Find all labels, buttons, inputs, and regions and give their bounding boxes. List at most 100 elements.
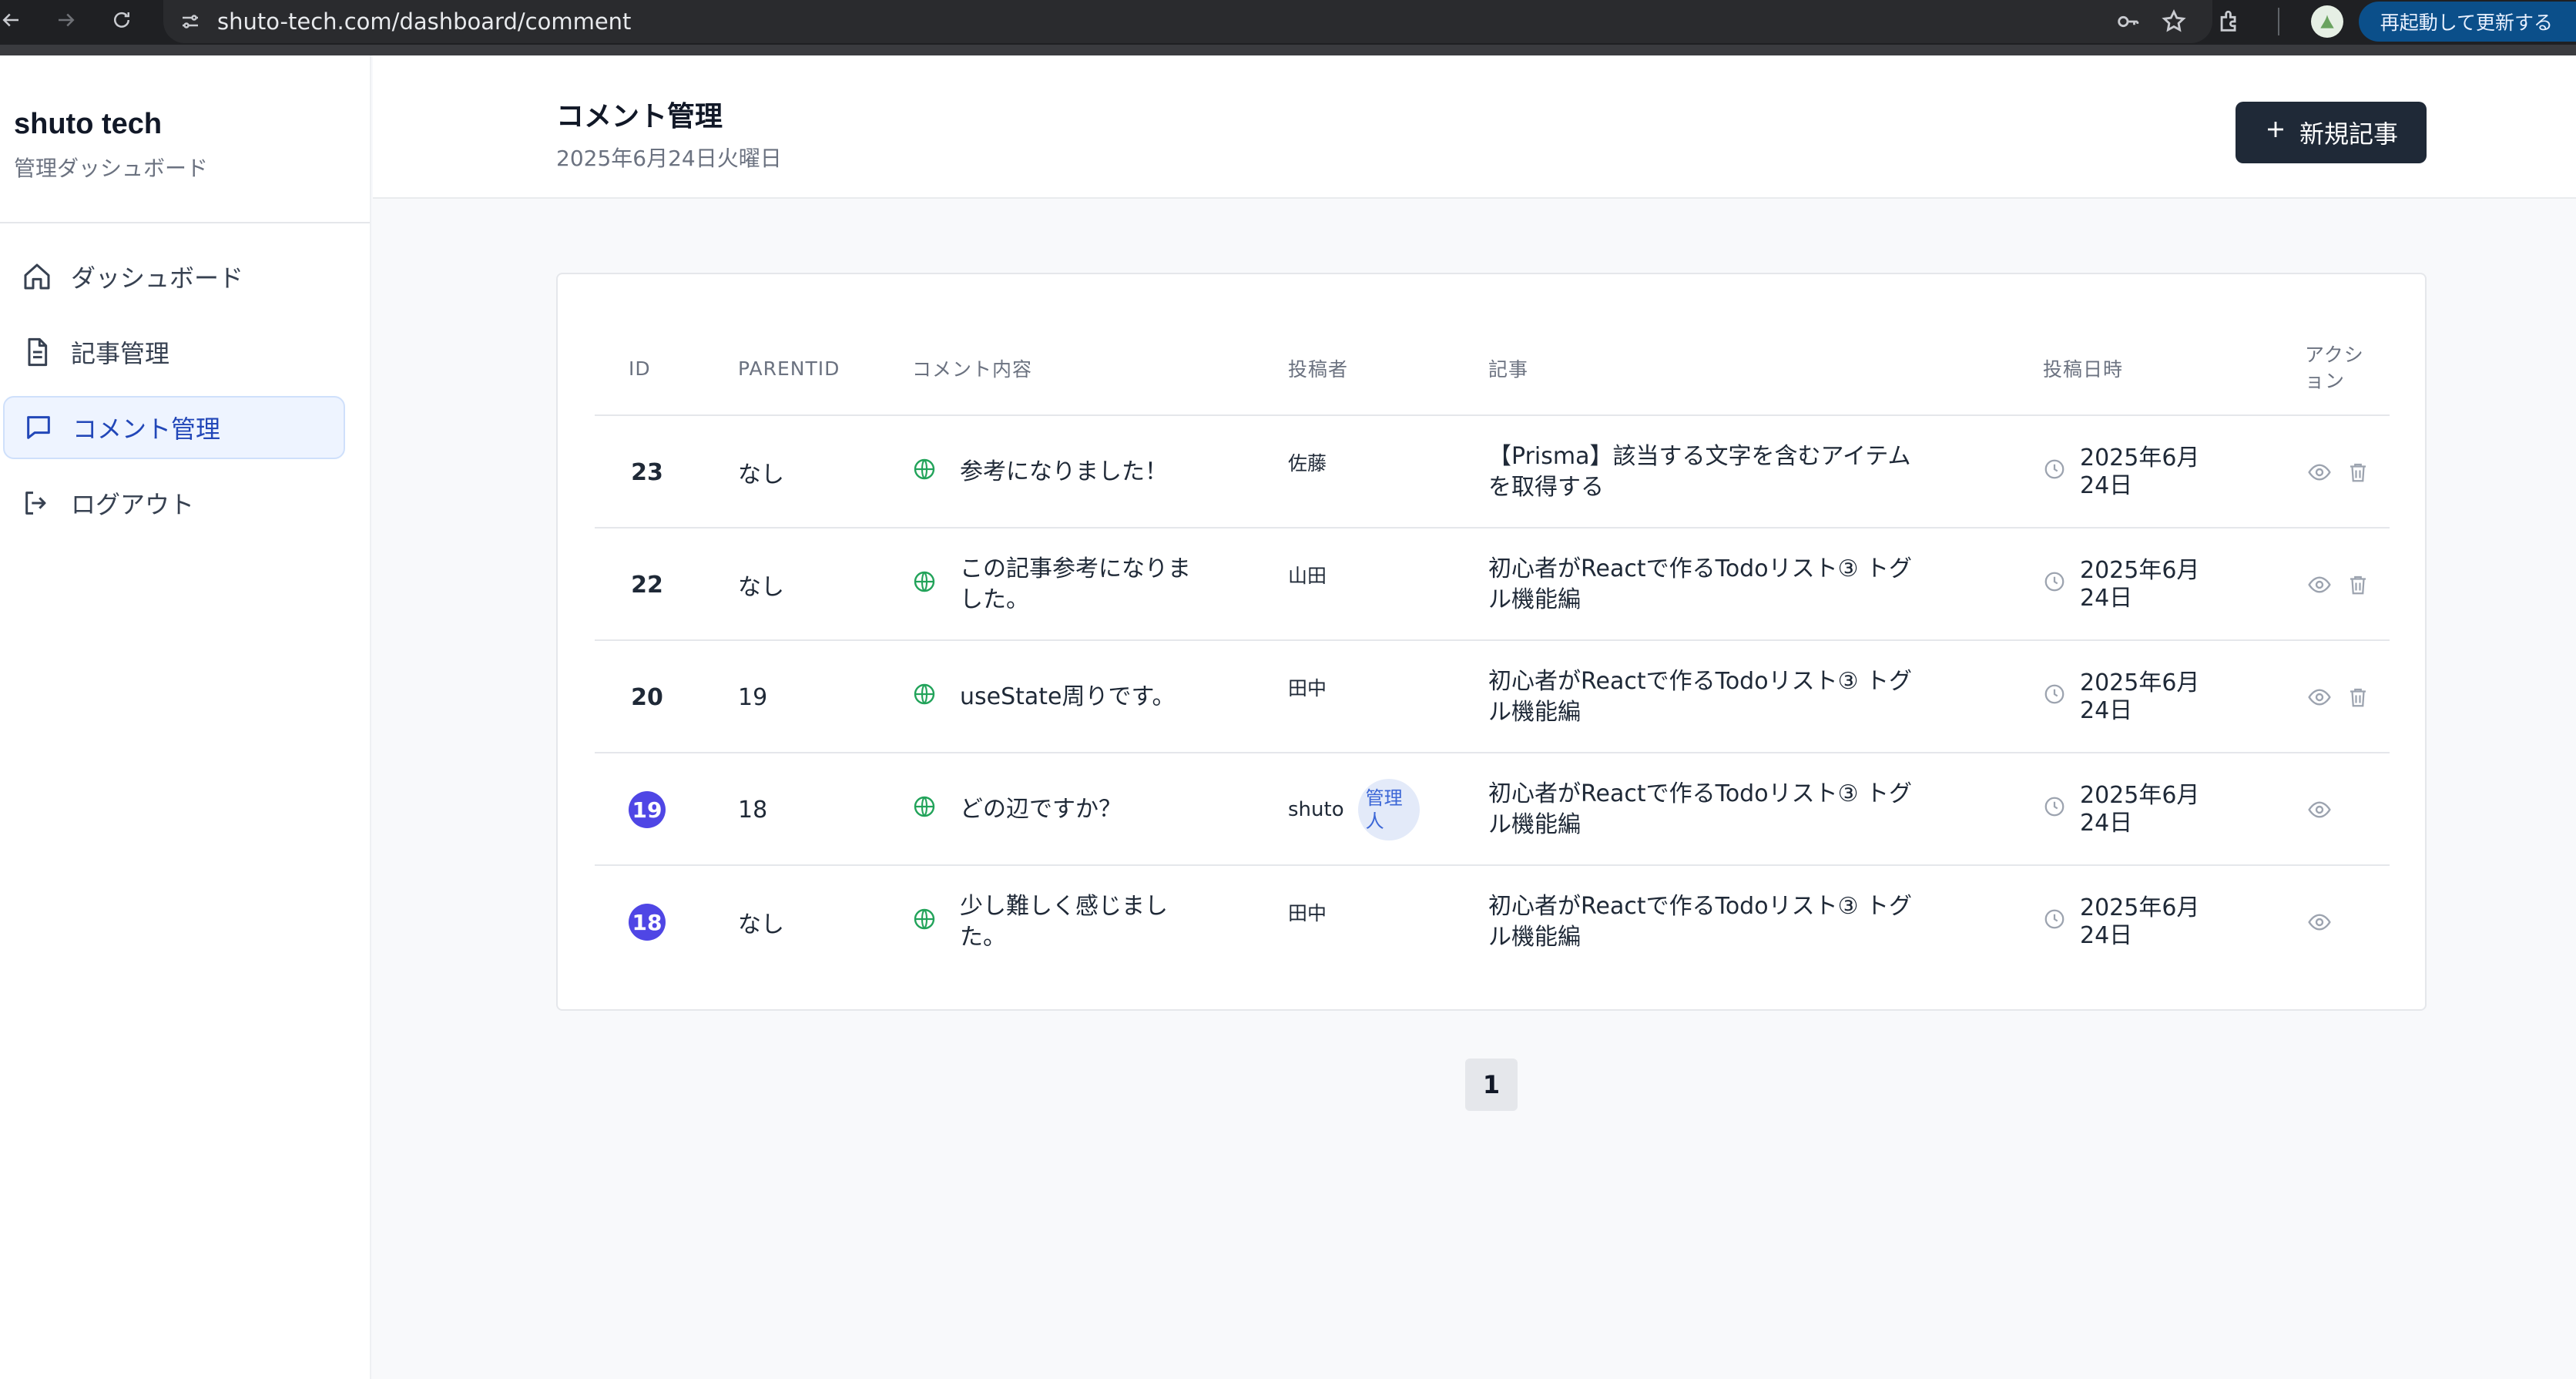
comment-text: useState周りです。	[960, 683, 1176, 710]
delete-icon[interactable]	[2345, 684, 2371, 710]
url-text: shuto-tech.com/dashboard/comment	[217, 8, 632, 35]
update-button[interactable]: 再起動して更新する	[2358, 2, 2576, 42]
logout-icon	[20, 486, 54, 520]
back-icon[interactable]	[0, 0, 31, 40]
brand-title: shuto tech	[14, 108, 163, 140]
comment-id: 20	[631, 683, 663, 711]
article-cell: 初心者がReactで作るTodoリスト③ トグル機能編	[1488, 528, 1927, 641]
clock-icon	[2043, 458, 2066, 487]
sidebar-item-articles[interactable]: 記事管理	[3, 320, 345, 384]
key-icon[interactable]	[2112, 6, 2143, 37]
sidebar-item-dashboard[interactable]: ダッシュボード	[3, 245, 345, 308]
id-cell: 20	[629, 641, 666, 753]
actions-cell	[2306, 416, 2371, 528]
profile-avatar[interactable]	[2310, 5, 2343, 38]
article-cell: 初心者がReactで作るTodoリスト③ トグル機能編	[1488, 866, 1927, 978]
home-icon	[20, 260, 54, 294]
article-title[interactable]: 初心者がReactで作るTodoリスト③ トグル機能編	[1488, 779, 1927, 840]
comment-cell: 参考になりました！	[912, 416, 1206, 528]
admin-badge: 管理人	[1357, 779, 1420, 840]
parent-id-cell: なし	[738, 416, 784, 528]
globe-icon	[912, 682, 937, 713]
table-row: 19 18 どの辺ですか？ shuto 管理人 初心者がReactで作るTodo…	[595, 753, 2390, 866]
comment-id-badge: 19	[629, 791, 666, 828]
plus-icon	[2264, 118, 2287, 147]
view-icon[interactable]	[2306, 909, 2333, 935]
date-cell: 2025年6月24日	[2043, 753, 2226, 866]
delete-icon[interactable]	[2345, 459, 2371, 485]
author-name: 佐藤	[1288, 452, 1327, 475]
view-icon[interactable]	[2306, 572, 2333, 598]
clock-icon	[2043, 570, 2066, 599]
reload-icon[interactable]	[102, 0, 142, 40]
parent-id-cell: なし	[738, 528, 784, 641]
separator-icon	[2262, 5, 2296, 39]
article-cell: 初心者がReactで作るTodoリスト③ トグル機能編	[1488, 753, 1927, 866]
document-icon	[20, 335, 54, 369]
star-icon[interactable]	[2158, 6, 2189, 37]
article-title[interactable]: 初心者がReactで作るTodoリスト③ トグル機能編	[1488, 554, 1927, 616]
pagination-page[interactable]: 1	[1465, 1059, 1518, 1111]
author-name: 山田	[1288, 565, 1327, 587]
column-header-author: 投稿者	[1288, 358, 1349, 381]
extensions-icon[interactable]	[2212, 5, 2246, 39]
actions-cell	[2306, 641, 2371, 753]
sidebar-item-label: ログアウト	[71, 490, 195, 519]
article-cell: 初心者がReactで作るTodoリスト③ トグル機能編	[1488, 641, 1927, 753]
parent-id-cell: 19	[738, 641, 767, 753]
browser-actions: 再起動して更新する	[2212, 0, 2576, 43]
parent-id: なし	[738, 911, 784, 938]
view-icon[interactable]	[2306, 459, 2333, 485]
posted-date: 2025年6月24日	[2080, 445, 2200, 499]
article-title[interactable]: 【Prisma】該当する文字を含むアイテムを取得する	[1488, 441, 1927, 503]
author-cell: shuto 管理人	[1288, 753, 1420, 866]
page-header: コメント管理 2025年6月24日火曜日 新規記事	[373, 55, 2576, 199]
parent-id-cell: 18	[738, 753, 767, 866]
column-header-parentid: PARENTID	[738, 357, 840, 380]
author-name: 田中	[1288, 677, 1327, 700]
view-icon[interactable]	[2306, 684, 2333, 710]
new-article-button[interactable]: 新規記事	[2236, 102, 2427, 163]
clock-icon	[2043, 908, 2066, 937]
site-info-icon[interactable]	[163, 10, 217, 33]
sidebar-item-logout[interactable]: ログアウト	[3, 471, 345, 535]
date-cell: 2025年6月24日	[2043, 528, 2226, 641]
comment-cell: useState周りです。	[912, 641, 1206, 753]
browser-divider	[0, 45, 2576, 55]
article-title[interactable]: 初心者がReactで作るTodoリスト③ トグル機能編	[1488, 891, 1927, 953]
table-row: 22 なし この記事参考になりました。 山田 初心者がReactで作るTodoリ…	[595, 528, 2390, 641]
id-cell: 19	[629, 753, 666, 866]
comment-id: 22	[631, 571, 663, 599]
actions-cell	[2306, 528, 2371, 641]
author-cell: 佐藤	[1288, 416, 1327, 528]
comment-id: 23	[631, 458, 663, 486]
column-header-comment: コメント内容	[912, 358, 1033, 381]
brand-subtitle: 管理ダッシュボード	[14, 156, 209, 181]
comment-id-badge: 18	[629, 904, 666, 941]
sidebar-item-label: コメント管理	[72, 414, 221, 444]
posted-date: 2025年6月24日	[2080, 894, 2200, 949]
posted-date: 2025年6月24日	[2080, 669, 2200, 724]
forward-icon[interactable]	[46, 0, 86, 40]
delete-icon[interactable]	[2345, 572, 2371, 598]
globe-icon	[912, 907, 937, 938]
id-cell: 22	[629, 528, 666, 641]
column-header-id: ID	[629, 357, 651, 380]
column-header-date: 投稿日時	[2043, 358, 2124, 381]
parent-id: なし	[738, 461, 784, 488]
id-cell: 18	[629, 866, 666, 978]
comment-text: 参考になりました！	[960, 458, 1168, 485]
comments-table-card: ID PARENTID コメント内容 投稿者 記事 投稿日時 アクション 23 …	[556, 273, 2427, 1011]
address-bar[interactable]: shuto-tech.com/dashboard/comment	[163, 0, 2212, 43]
sidebar-item-label: 記事管理	[71, 339, 170, 368]
sidebar: shuto tech 管理ダッシュボード ダッシュボード 記事管理 コメント管理	[0, 55, 371, 1379]
article-title[interactable]: 初心者がReactで作るTodoリスト③ トグル機能編	[1488, 666, 1927, 728]
sidebar-menu: ダッシュボード 記事管理 コメント管理 ログアウト	[0, 223, 370, 535]
date-cell: 2025年6月24日	[2043, 866, 2226, 978]
view-icon[interactable]	[2306, 797, 2333, 823]
posted-date: 2025年6月24日	[2080, 557, 2200, 612]
comment-icon	[22, 411, 55, 445]
column-header-article: 記事	[1488, 358, 1529, 381]
clock-icon	[2043, 795, 2066, 824]
sidebar-item-comments[interactable]: コメント管理	[3, 396, 345, 459]
